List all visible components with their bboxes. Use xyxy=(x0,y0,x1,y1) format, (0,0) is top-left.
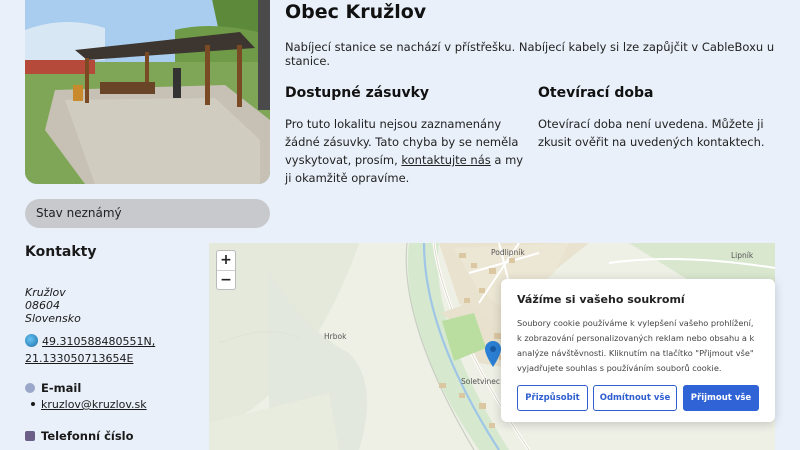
phone-heading-label: Telefonní číslo xyxy=(41,429,134,443)
email-list-item: kruzlov@kruzlov.sk xyxy=(31,398,147,411)
sockets-heading: Dostupné zásuvky xyxy=(285,85,430,101)
place-label-hrbok: Hrbok xyxy=(324,332,347,341)
place-label-soletvinec: Soletvinec xyxy=(461,377,501,386)
bullet xyxy=(31,402,35,406)
cookie-buttons: Přizpůsobit Odmítnout vše Přijmout vše xyxy=(517,385,759,411)
email-heading: E-mail xyxy=(25,381,81,395)
coordinates: 49.310588480551N, 21.133050713654E xyxy=(25,333,155,367)
accept-all-button[interactable]: Přijmout vše xyxy=(683,385,759,411)
place-label-podlipnik: Podlipník xyxy=(491,248,525,257)
opening-hours-heading: Otevírací doba xyxy=(538,85,654,101)
address: Kružlov 08604 Slovensko xyxy=(25,286,81,325)
email-link[interactable]: kruzlov@kruzlov.sk xyxy=(41,398,147,411)
phone-heading: Telefonní číslo xyxy=(25,429,134,443)
cookie-consent-dialog: Vážíme si vašeho soukromí Soubory cookie… xyxy=(501,279,775,422)
phone-icon xyxy=(25,431,35,441)
address-zip: 08604 xyxy=(25,299,60,312)
email-heading-label: E-mail xyxy=(41,381,82,395)
email-icon xyxy=(25,383,35,393)
sockets-text: Pro tuto lokalitu nejsou zaznamenány žád… xyxy=(285,115,525,187)
address-city: Kružlov xyxy=(25,286,66,299)
page-title: Obec Kružlov xyxy=(285,1,427,23)
coordinates-link-lat[interactable]: 49.310588480551N, xyxy=(42,335,155,348)
customize-button[interactable]: Přizpůsobit xyxy=(517,385,588,411)
contact-us-link[interactable]: kontaktujte nás xyxy=(401,153,490,167)
address-country: Slovensko xyxy=(25,312,81,325)
zoom-in-button[interactable]: + xyxy=(217,251,235,270)
zoom-out-button[interactable]: − xyxy=(217,270,235,289)
cookie-heading: Vážíme si vašeho soukromí xyxy=(517,293,685,306)
reject-all-button[interactable]: Odmítnout vše xyxy=(593,385,677,411)
coordinates-link-lon[interactable]: 21.133050713654E xyxy=(25,352,133,365)
map-pin-icon[interactable] xyxy=(485,341,501,367)
opening-hours-text: Otevírací doba není uvedena. Můžete ji z… xyxy=(538,117,765,149)
zoom-control: + − xyxy=(216,250,236,290)
station-photo xyxy=(25,0,270,184)
globe-icon xyxy=(25,334,38,347)
status-badge: Stav neznámý xyxy=(25,199,270,228)
contacts-heading: Kontakty xyxy=(25,244,97,260)
place-label-lipnik: Lipník xyxy=(731,251,754,260)
cookie-text: Soubory cookie používáme k vylepšení vaš… xyxy=(517,318,755,373)
station-description: Nabíjecí stanice se nachází v přístřešku… xyxy=(285,40,775,68)
